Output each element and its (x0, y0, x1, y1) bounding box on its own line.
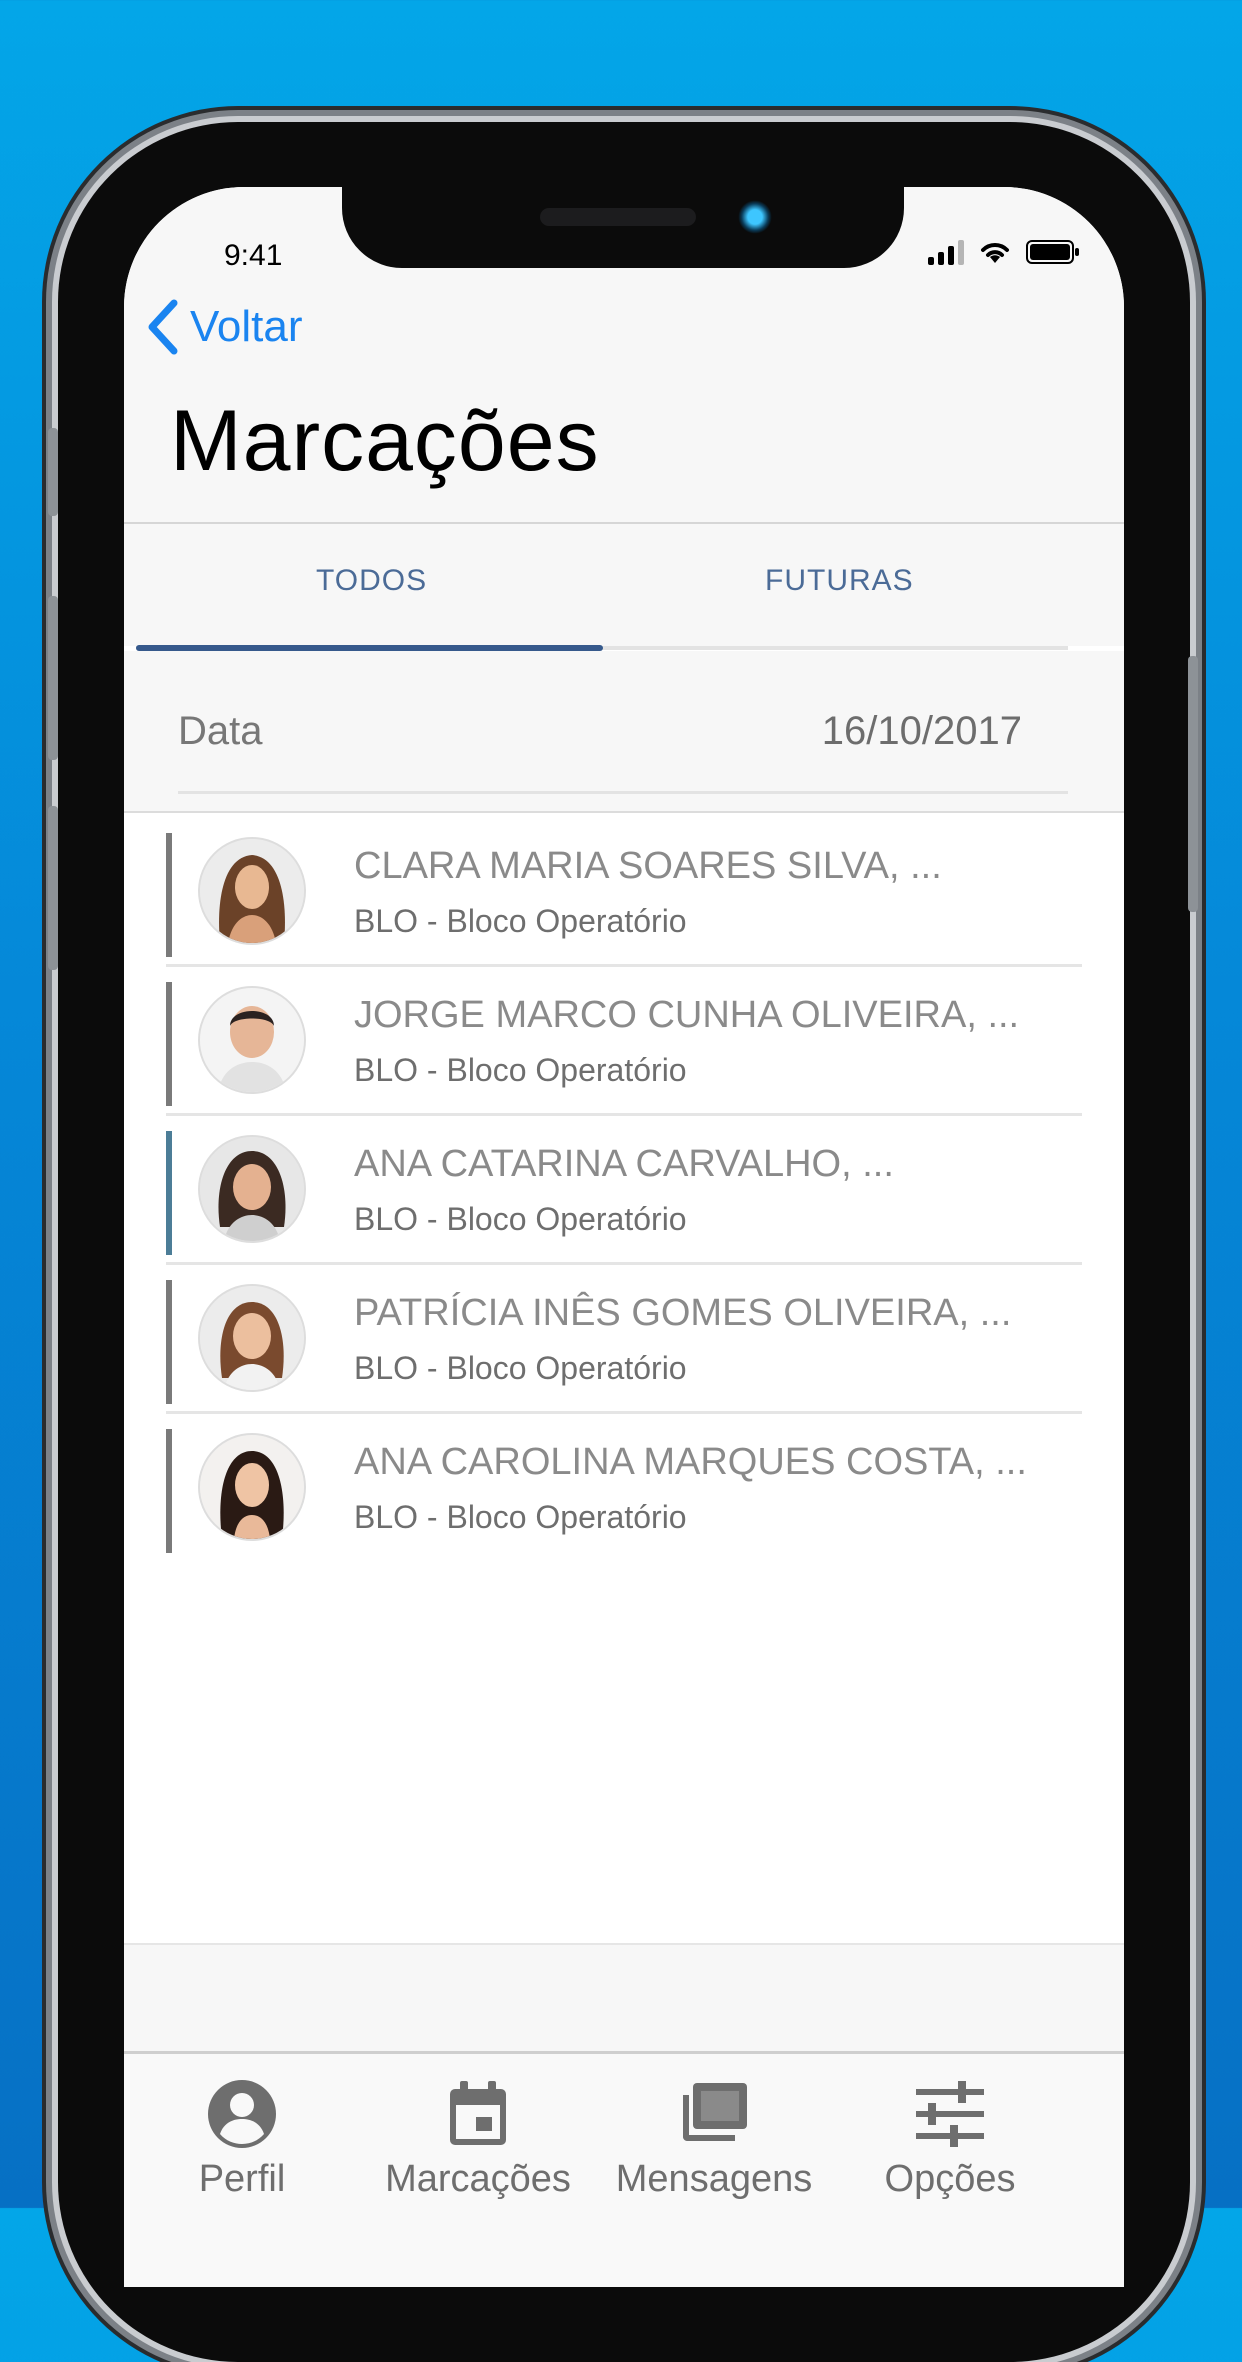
screen: 9:41 Voltar Marcações TODOS FUTURAS Data… (124, 187, 1124, 2287)
avatar (200, 988, 304, 1092)
wifi-icon (981, 243, 1009, 263)
chevron-left-icon (148, 299, 178, 355)
back-label: Voltar (190, 302, 303, 351)
row-divider (166, 1262, 1082, 1265)
footer-spacer (124, 1943, 1124, 2053)
patient-name: JORGE MARCO CUNHA OLIVEIRA, ... (354, 994, 1020, 1036)
patient-name: ANA CAROLINA MARQUES COSTA, ... (354, 1441, 1027, 1483)
power-button (1188, 656, 1198, 912)
date-filter-row[interactable]: Data 16/10/2017 (124, 651, 1124, 813)
calendar-icon (450, 2081, 506, 2145)
department: BLO - Bloco Operatório (354, 903, 687, 939)
person-icon (208, 2080, 276, 2148)
appointment-list: CLARA MARIA SOARES SILVA, ... BLO - Bloc… (124, 827, 1124, 1572)
volume-down-button (48, 806, 58, 970)
status-time: 9:41 (224, 239, 283, 272)
cellular-signal-icon (928, 239, 964, 265)
messages-icon (683, 2083, 747, 2141)
sliders-icon (916, 2081, 984, 2147)
department: BLO - Bloco Operatório (354, 1350, 687, 1386)
row-divider (166, 1411, 1082, 1414)
tab-bar-label: Marcações (385, 2158, 571, 2200)
status-bar-marker (166, 1280, 172, 1404)
volume-up-button (48, 596, 58, 760)
earpiece-speaker (540, 208, 696, 226)
tab-todos[interactable]: TODOS (316, 564, 427, 598)
avatar (200, 839, 304, 943)
list-item[interactable]: PATRÍCIA INÊS GOMES OLIVEIRA, ... BLO - … (124, 1274, 1124, 1423)
status-bar-marker (166, 1429, 172, 1553)
status-bar-marker (166, 833, 172, 957)
status-icons (928, 239, 1080, 265)
avatar (200, 1137, 304, 1241)
status-bar-marker (166, 982, 172, 1106)
tab-bar-label: Opções (884, 2158, 1016, 2200)
divider (178, 791, 1068, 794)
page-title: Marcações (170, 393, 600, 489)
tab-futuras[interactable]: FUTURAS (765, 564, 914, 598)
tab-bar-item-perfil[interactable]: Perfil (124, 2076, 360, 2201)
back-button[interactable]: Voltar (146, 299, 303, 355)
department: BLO - Bloco Operatório (354, 1201, 687, 1237)
list-item[interactable]: CLARA MARIA SOARES SILVA, ... BLO - Bloc… (124, 827, 1124, 976)
segment-tabs: TODOS FUTURAS (124, 524, 1124, 646)
row-divider (166, 964, 1082, 967)
front-camera (738, 200, 772, 234)
list-item[interactable]: ANA CAROLINA MARQUES COSTA, ... BLO - Bl… (124, 1423, 1124, 1572)
department: BLO - Bloco Operatório (354, 1499, 687, 1535)
tab-bar-item-opcoes[interactable]: Opções (832, 2076, 1068, 2201)
tab-bar-item-marcacoes[interactable]: Marcações (360, 2076, 596, 2201)
date-value[interactable]: 16/10/2017 (822, 709, 1022, 754)
tab-bar-label: Perfil (198, 2158, 286, 2200)
avatar (200, 1435, 304, 1539)
department: BLO - Bloco Operatório (354, 1052, 687, 1088)
list-item[interactable]: ANA CATARINA CARVALHO, ... BLO - Bloco O… (124, 1125, 1124, 1274)
patient-name: ANA CATARINA CARVALHO, ... (354, 1143, 894, 1185)
battery-icon (1026, 240, 1079, 264)
mute-switch (48, 428, 58, 516)
list-item[interactable]: JORGE MARCO CUNHA OLIVEIRA, ... BLO - Bl… (124, 976, 1124, 1125)
tab-bar-label: Mensagens (615, 2158, 813, 2200)
status-bar-marker (166, 1131, 172, 1255)
tab-bar: Perfil Marcações Mensagens Opções (124, 2051, 1124, 2287)
avatar (200, 1286, 304, 1390)
patient-name: PATRÍCIA INÊS GOMES OLIVEIRA, ... (354, 1292, 1012, 1334)
patient-name: CLARA MARIA SOARES SILVA, ... (354, 845, 942, 887)
tab-bar-item-mensagens[interactable]: Mensagens (596, 2076, 832, 2201)
date-label: Data (178, 709, 263, 753)
row-divider (166, 1113, 1082, 1116)
